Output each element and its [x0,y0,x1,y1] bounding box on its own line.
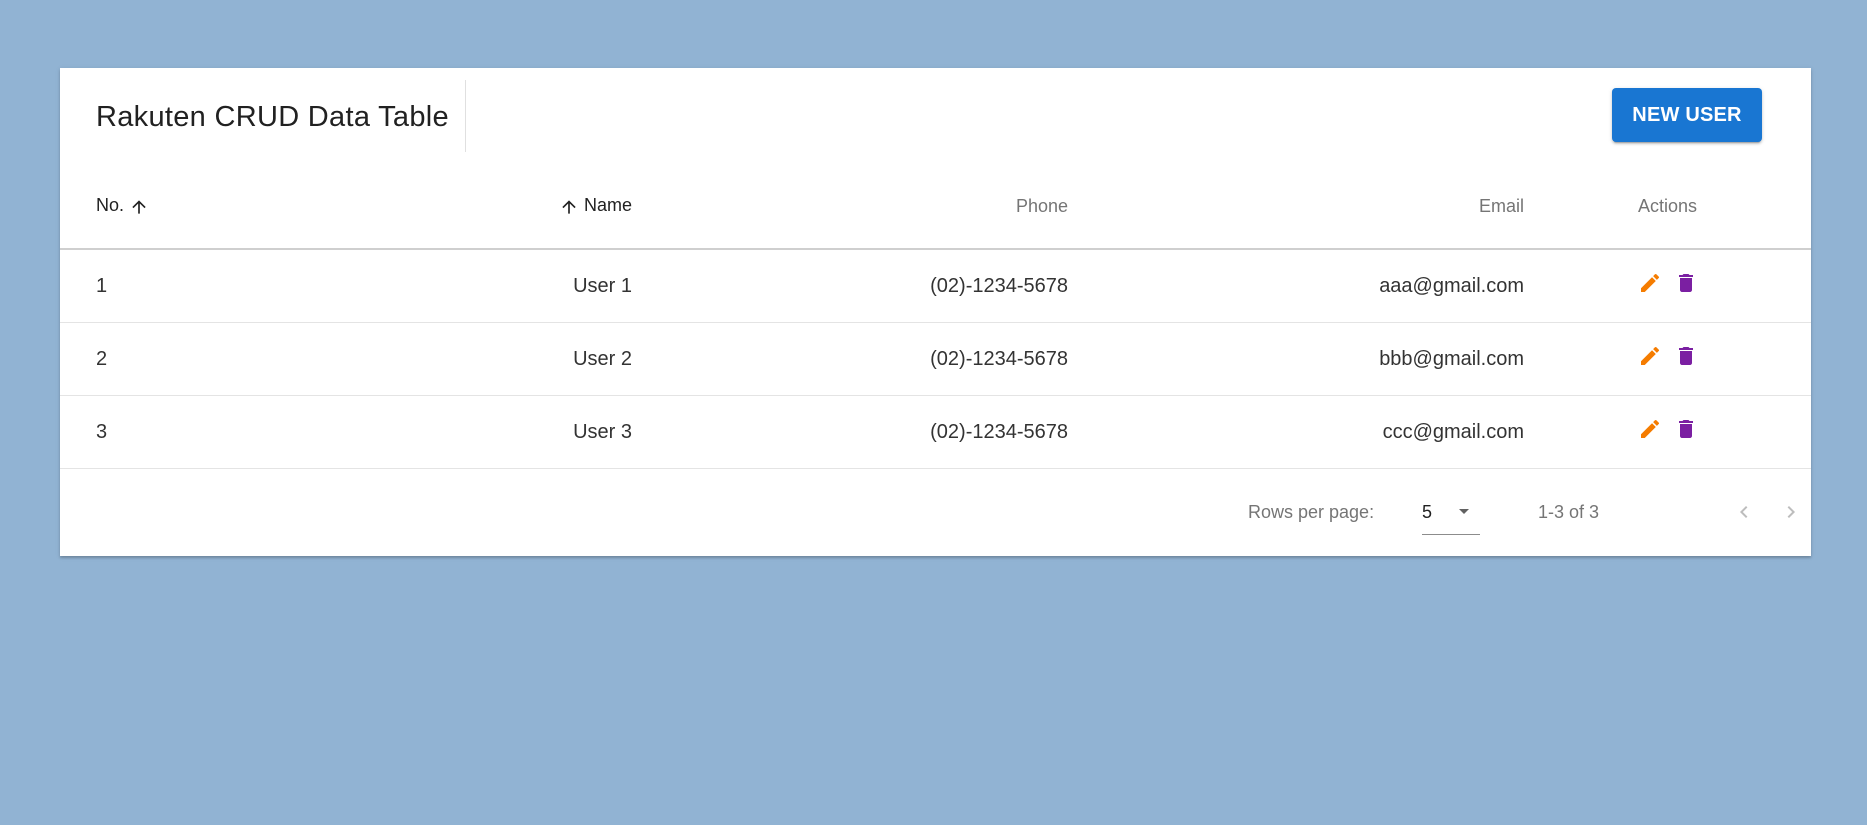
cell-email: aaa@gmail.com [1068,249,1524,323]
table-header-row: No. Name Phone Email Actions [60,164,1811,250]
arrow-up-icon[interactable] [559,197,579,217]
trash-icon[interactable] [1674,344,1698,368]
previous-page-button[interactable] [1724,492,1764,532]
cell-phone: (02)-1234-5678 [632,322,1068,396]
arrow-up-icon[interactable] [129,197,149,217]
cell-no: 1 [60,249,536,323]
table-row: 1 User 1 (02)-1234-5678 aaa@gmail.com [60,249,1811,323]
pencil-icon[interactable] [1638,417,1662,441]
cell-name: User 1 [536,249,632,323]
cell-name: User 3 [536,395,632,469]
users-table: No. Name Phone Email Actions 1 User 1 (0… [60,164,1811,469]
column-header-name-label: Name [583,195,632,216]
table-row: 2 User 2 (02)-1234-5678 bbb@gmail.com [60,322,1811,396]
chevron-right-icon [1787,506,1795,518]
data-table-card: Rakuten CRUD Data Table NEW USER No. Nam… [60,68,1811,556]
column-header-phone[interactable]: Phone [632,164,1068,250]
column-header-no[interactable]: No. [60,164,536,250]
title-divider [465,80,466,152]
table-row: 3 User 3 (02)-1234-5678 ccc@gmail.com [60,395,1811,469]
column-header-no-label: No. [96,195,125,216]
pencil-icon[interactable] [1638,271,1662,295]
cell-actions [1524,249,1811,323]
rows-per-page-label: Rows per page: [1248,502,1375,522]
column-header-actions: Actions [1524,164,1811,250]
pagination-range: 1-3 of 3 [1538,502,1600,522]
cell-actions [1524,395,1811,469]
cell-name: User 2 [536,322,632,396]
caret-down-icon [1452,499,1476,528]
cell-phone: (02)-1234-5678 [632,395,1068,469]
cell-no: 2 [60,322,536,396]
rows-per-page-value: 5 [1422,502,1433,522]
cell-no: 3 [60,395,536,469]
cell-phone: (02)-1234-5678 [632,249,1068,323]
column-header-email[interactable]: Email [1068,164,1524,250]
cell-actions [1524,322,1811,396]
table-footer: Rows per page: 5 1-3 of 3 [60,468,1811,556]
cell-email: bbb@gmail.com [1068,322,1524,396]
next-page-button[interactable] [1771,492,1811,532]
rows-per-page-select[interactable]: 5 [1422,490,1480,535]
toolbar: Rakuten CRUD Data Table NEW USER [60,68,1811,164]
chevron-left-icon [1740,506,1748,518]
cell-email: ccc@gmail.com [1068,395,1524,469]
page-title: Rakuten CRUD Data Table [96,101,449,133]
column-header-name[interactable]: Name [536,164,632,250]
trash-icon[interactable] [1674,417,1698,441]
new-user-button[interactable]: NEW USER [1612,88,1762,142]
pencil-icon[interactable] [1638,344,1662,368]
trash-icon[interactable] [1674,271,1698,295]
